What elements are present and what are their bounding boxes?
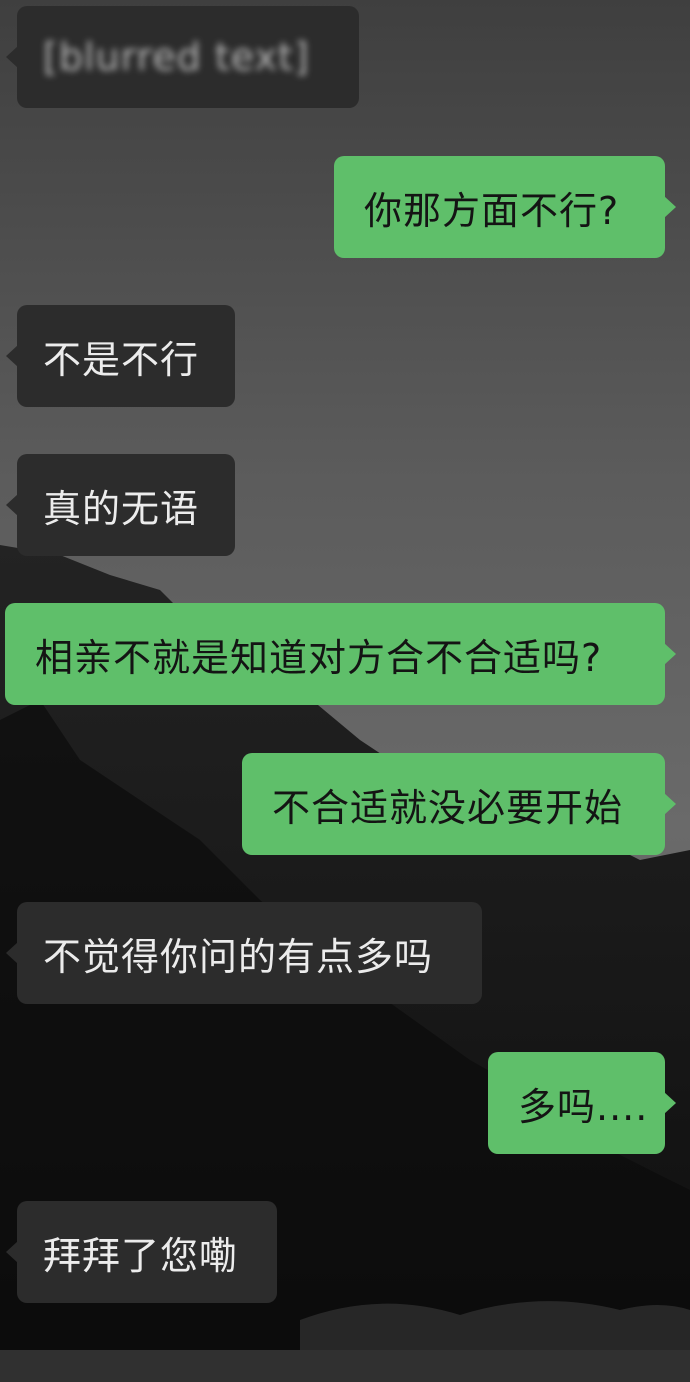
incoming-message-bubble[interactable]: [blurred text] bbox=[6, 6, 359, 108]
outgoing-message-bubble[interactable]: 你那方面不行? bbox=[334, 156, 676, 258]
input-bar-edge bbox=[0, 1350, 690, 1382]
message-text: 你那方面不行? bbox=[364, 188, 620, 233]
message-text: 拜拜了您嘞 bbox=[43, 1233, 239, 1278]
incoming-message-bubble[interactable]: 真的无语 bbox=[6, 454, 235, 556]
blurred-message-text: [blurred text] bbox=[43, 35, 310, 79]
outgoing-message-bubble[interactable]: 不合适就没必要开始 bbox=[242, 753, 676, 855]
message-text: 不觉得你问的有点多吗 bbox=[43, 934, 434, 979]
outgoing-message-bubble[interactable]: 相亲不就是知道对方合不合适吗? bbox=[5, 603, 676, 705]
outgoing-message-bubble[interactable]: 多吗.... bbox=[488, 1052, 676, 1154]
message-text: 不是不行 bbox=[43, 337, 200, 382]
message-text: 真的无语 bbox=[43, 486, 200, 531]
incoming-message-bubble[interactable]: 拜拜了您嘞 bbox=[6, 1201, 277, 1303]
incoming-message-bubble[interactable]: 不是不行 bbox=[6, 305, 235, 407]
incoming-message-bubble[interactable]: 不觉得你问的有点多吗 bbox=[6, 902, 482, 1004]
message-text: 不合适就没必要开始 bbox=[272, 785, 624, 830]
chat-message-list: [blurred text] 你那方面不行? 不是不行 真的无语 相亲不就是知道… bbox=[0, 0, 690, 1382]
message-text: 相亲不就是知道对方合不合适吗? bbox=[35, 635, 603, 680]
message-text: 多吗.... bbox=[518, 1084, 649, 1129]
